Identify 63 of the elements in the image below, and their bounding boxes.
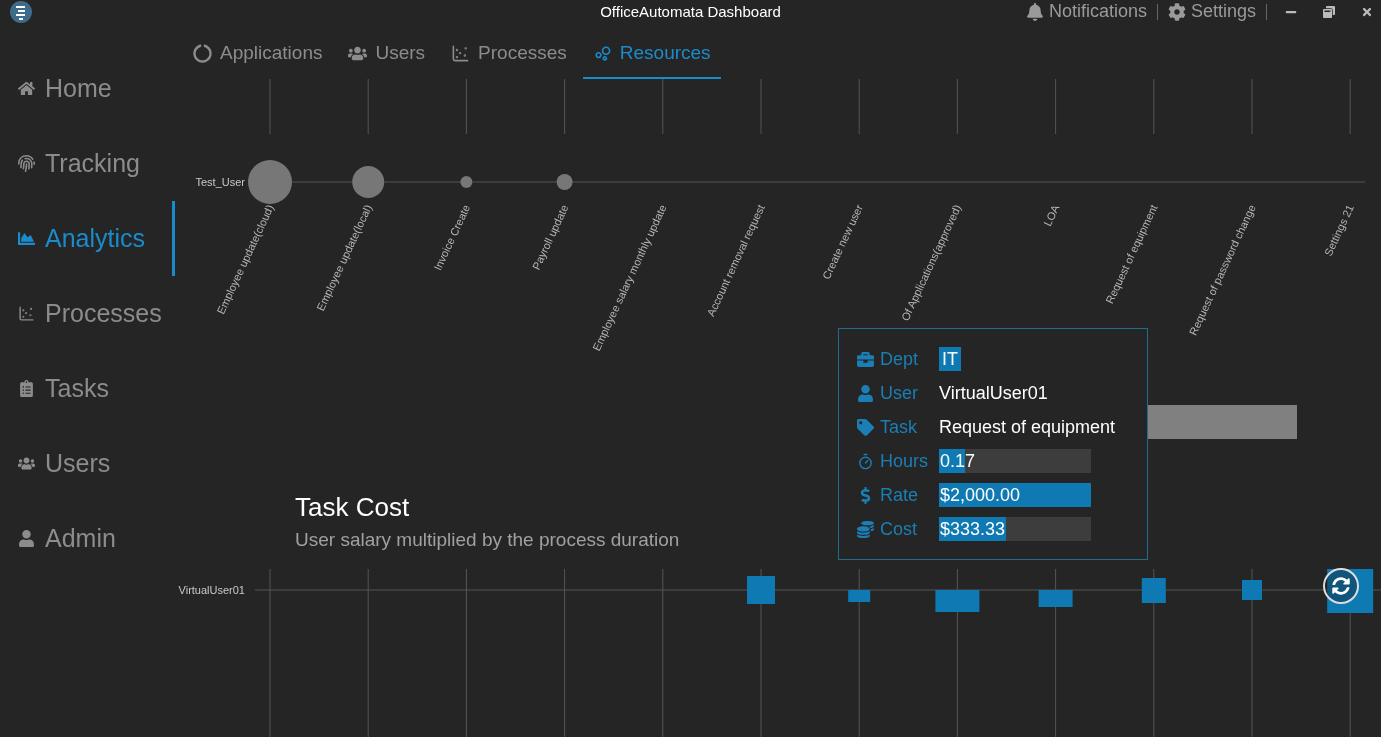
close-icon bbox=[1361, 5, 1373, 18]
sidebar-item[interactable]: Processes bbox=[0, 276, 175, 351]
tab[interactable]: Applications bbox=[183, 35, 333, 79]
title-bar-button[interactable]: Settings bbox=[1167, 1, 1256, 22]
tab-icon bbox=[193, 43, 212, 63]
tooltip-row-icon bbox=[857, 452, 874, 470]
bubble bbox=[248, 160, 292, 204]
cost-square bbox=[747, 576, 775, 604]
sidebar-icon bbox=[18, 230, 35, 247]
tooltip-value: IT bbox=[939, 347, 961, 371]
value-bar: $2,000.00 bbox=[939, 483, 1091, 507]
sidebar-icon bbox=[18, 305, 35, 322]
sidebar-item[interactable]: Users bbox=[0, 426, 175, 501]
sidebar-item[interactable]: Analytics bbox=[0, 201, 175, 276]
tab-icon bbox=[451, 43, 471, 63]
bell-icon bbox=[1025, 2, 1044, 21]
tooltip-row-icon bbox=[857, 384, 874, 402]
tooltip-value: Request of equipment bbox=[939, 416, 1116, 439]
sidebar-item[interactable]: Home bbox=[0, 51, 175, 126]
sidebar-icon bbox=[18, 155, 35, 172]
cost-square bbox=[1242, 580, 1262, 600]
sidebar-item[interactable]: Tasks bbox=[0, 351, 175, 426]
value-bar: $333.33 bbox=[939, 517, 1091, 541]
tooltip-label: Cost bbox=[857, 518, 939, 540]
tab[interactable]: Users bbox=[338, 35, 436, 79]
axis-label: LOA bbox=[1041, 202, 1062, 228]
tooltip-label: Dept bbox=[857, 348, 939, 370]
tooltip-row-icon bbox=[857, 520, 874, 538]
title-bar-button[interactable]: Notifications bbox=[1025, 1, 1147, 22]
row-label: Test_User bbox=[195, 176, 245, 188]
tooltip-label: User bbox=[857, 382, 939, 404]
window-title: OfficeAutomata Dashboard bbox=[600, 3, 781, 20]
app-logo bbox=[10, 0, 32, 23]
row-label: VirtualUser01 bbox=[178, 584, 245, 596]
tooltip-label: Rate bbox=[857, 484, 939, 506]
chart-subtitle: User salary multiplied by the process duration bbox=[295, 529, 680, 551]
sidebar-item[interactable]: Tracking bbox=[0, 126, 175, 201]
tooltip-label: Hours bbox=[857, 450, 939, 472]
sidebar-item[interactable]: Admin bbox=[0, 501, 175, 576]
tab[interactable]: Processes bbox=[441, 35, 577, 79]
tooltip-label: Task bbox=[857, 416, 939, 438]
sidebar-icon bbox=[18, 80, 35, 97]
tab[interactable]: Resources bbox=[582, 35, 721, 79]
bubble bbox=[460, 176, 473, 188]
refresh-button[interactable] bbox=[1323, 568, 1359, 604]
tooltip-row-icon bbox=[857, 418, 874, 436]
sidebar-icon bbox=[18, 455, 35, 472]
refresh-icon bbox=[1332, 577, 1350, 595]
tooltip-row-icon bbox=[857, 350, 874, 368]
sidebar-icon bbox=[18, 530, 35, 547]
bubble bbox=[556, 174, 573, 190]
cost-square bbox=[1327, 569, 1374, 613]
tooltip-value: VirtualUser01 bbox=[939, 382, 1048, 405]
chart-title: Task Cost bbox=[295, 492, 410, 523]
cost-square bbox=[935, 590, 980, 612]
cost-square bbox=[1141, 578, 1166, 603]
restore-icon bbox=[1323, 5, 1335, 18]
sidebar-icon bbox=[18, 380, 35, 397]
cost-square bbox=[1038, 590, 1073, 607]
bubble bbox=[352, 166, 385, 198]
value-bar: 0.17 bbox=[939, 449, 1091, 473]
cost-square bbox=[848, 590, 871, 602]
settings-icon bbox=[1167, 2, 1186, 21]
